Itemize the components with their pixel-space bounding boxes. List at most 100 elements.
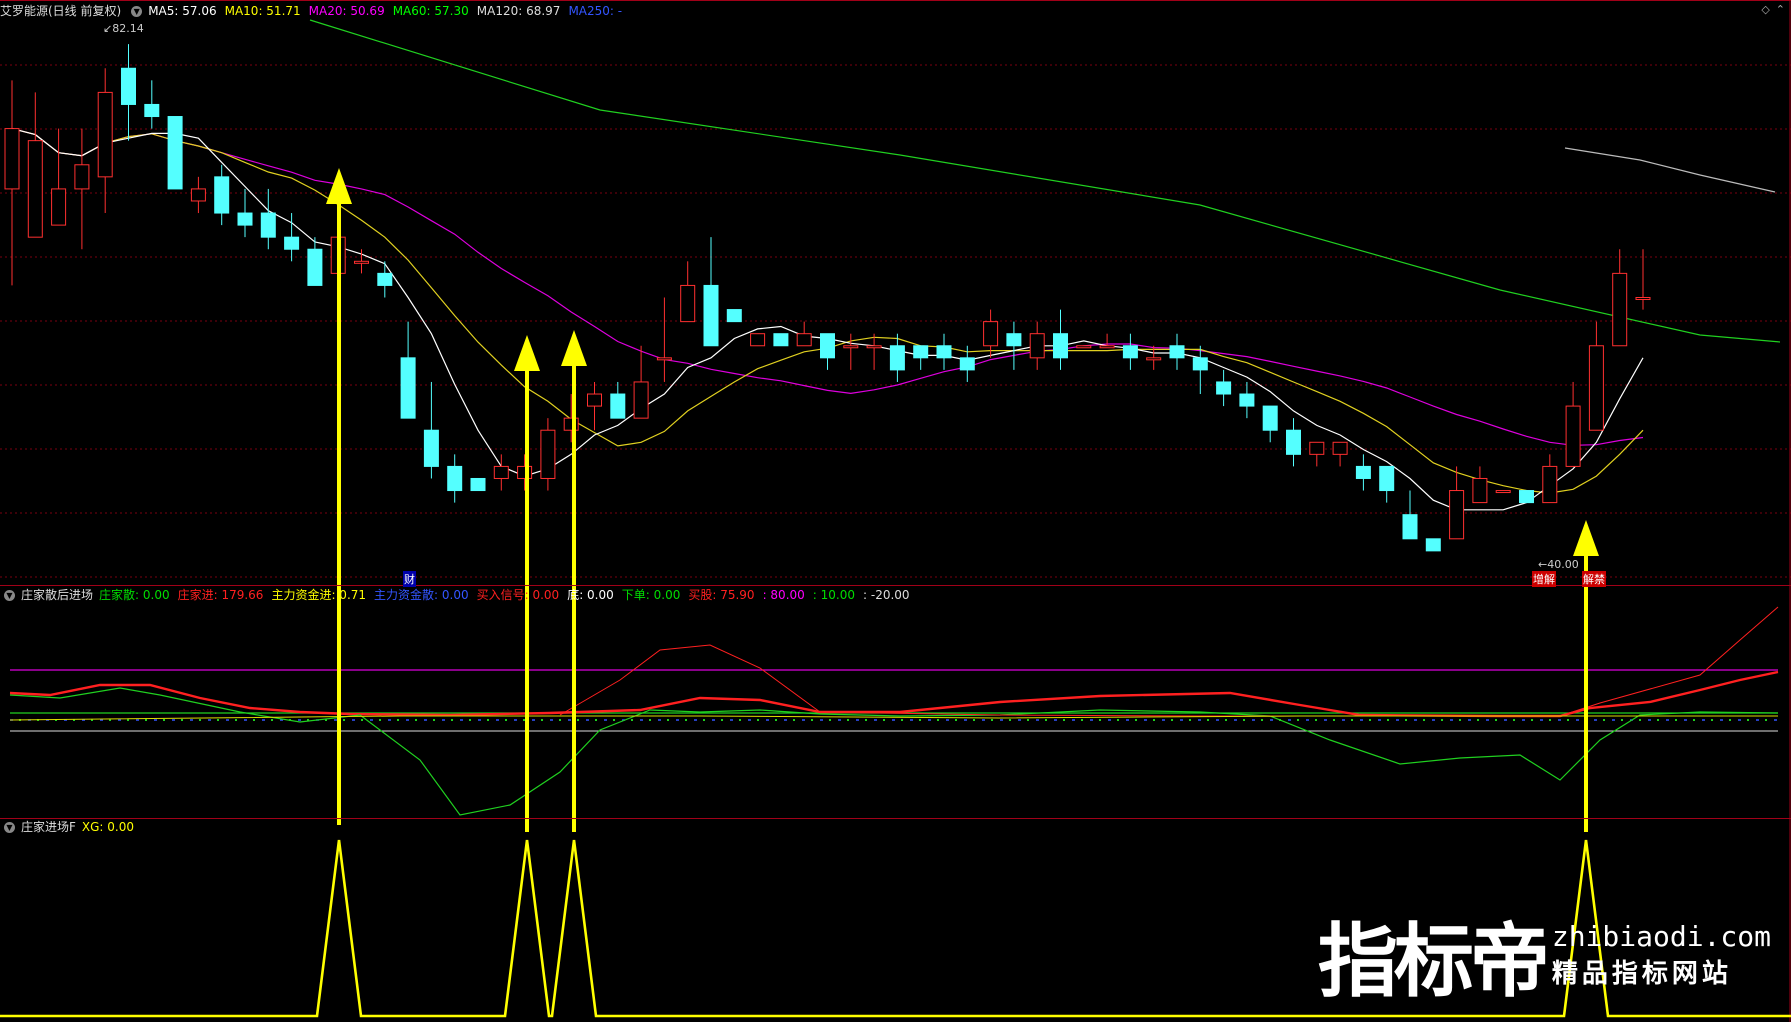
candle-body bbox=[936, 345, 952, 359]
candle-body bbox=[260, 212, 276, 238]
collapse-icon[interactable]: ▼ bbox=[4, 821, 15, 833]
sub1-field-5: 底: 0.00 bbox=[567, 588, 614, 602]
candle-body bbox=[959, 357, 975, 371]
collapse-icon[interactable]: ▼ bbox=[4, 589, 15, 601]
candle-body bbox=[1122, 345, 1138, 359]
sub-panel-1-title[interactable]: 庄家散后进场 bbox=[21, 586, 93, 604]
candle-body bbox=[1635, 297, 1651, 300]
candle-body bbox=[843, 345, 859, 349]
candle-body bbox=[447, 465, 463, 492]
candle-body bbox=[214, 176, 230, 214]
candle-body bbox=[354, 260, 369, 264]
candle-body bbox=[1449, 490, 1465, 540]
candle-body bbox=[237, 212, 253, 226]
sub-panel-2-title[interactable]: 庄家进场F bbox=[21, 818, 76, 836]
stock-chart bbox=[0, 0, 1791, 1022]
candle-body bbox=[27, 140, 43, 238]
sub1-field-1: 庄家进: 179.66 bbox=[177, 588, 264, 602]
candle-body bbox=[587, 393, 602, 407]
ma60-line bbox=[309, 19, 1781, 343]
ma-label-4: MA120: 68.97 bbox=[476, 4, 561, 18]
candle-body bbox=[1402, 514, 1418, 540]
finance-marker[interactable]: 财 bbox=[403, 571, 416, 587]
candle-body bbox=[377, 272, 393, 286]
sub1-field-6: 下单: 0.00 bbox=[621, 588, 681, 602]
candle-body bbox=[540, 429, 556, 479]
indicator-panel-1-lines bbox=[9, 606, 1779, 816]
candle-body bbox=[1332, 441, 1348, 455]
collapse-icon[interactable]: ⌃ bbox=[1776, 3, 1785, 16]
candle-body bbox=[1425, 538, 1441, 552]
candlestick-series[interactable] bbox=[4, 44, 1651, 552]
candle-body bbox=[493, 465, 509, 479]
main-panel-title[interactable]: 艾罗能源(日线 前复权) bbox=[0, 2, 121, 20]
candle-body bbox=[121, 67, 136, 105]
sub1-field-3: 主力资金散: 0.00 bbox=[374, 588, 469, 602]
signal-arrows bbox=[326, 168, 1599, 832]
watermark: 指标帝 zhibiaodi.com 精品指标网站 bbox=[1318, 900, 1771, 1010]
candle-body bbox=[1472, 477, 1488, 504]
ma20-line bbox=[11, 128, 1644, 446]
candle-body bbox=[1565, 405, 1581, 467]
candle-body bbox=[423, 429, 439, 467]
candle-body bbox=[4, 128, 20, 190]
ma-label-5: MA250: - bbox=[568, 4, 623, 18]
candle-body bbox=[167, 116, 183, 190]
collapse-icon[interactable]: ▼ bbox=[131, 5, 143, 17]
ma120-line bbox=[1564, 147, 1776, 193]
candle-body bbox=[1379, 465, 1395, 492]
candle-body bbox=[680, 284, 696, 323]
candle-body bbox=[1006, 333, 1022, 347]
ma60-path bbox=[309, 19, 1781, 343]
sub1-field-7: 买股: 75.90 bbox=[688, 588, 755, 602]
candle-body bbox=[517, 465, 533, 479]
watermark-url: zhibiaodi.com bbox=[1551, 920, 1771, 953]
candle-body bbox=[284, 236, 300, 250]
ma-label-0: MA5: 57.06 bbox=[148, 4, 217, 18]
signal-arrow-head bbox=[514, 335, 540, 371]
unlock-marker-2[interactable]: 解禁 bbox=[1582, 571, 1606, 587]
watermark-brand: 指标帝 bbox=[1317, 915, 1550, 1008]
candle-body bbox=[97, 91, 113, 178]
sub-panel-1-legend: 庄家散: 0.00 庄家进: 179.66 主力资金进: 0.71 主力资金散: 0.… bbox=[99, 586, 910, 604]
sub1-field-10: : -20.00 bbox=[863, 588, 910, 602]
zhuangjia-jin-line bbox=[9, 670, 1779, 718]
candle-body bbox=[773, 333, 789, 347]
ma10-line bbox=[11, 128, 1644, 494]
sub1-field-2: 主力资金进: 0.71 bbox=[271, 588, 367, 602]
window-controls: ◇ ⌃ bbox=[1761, 3, 1785, 16]
watermark-slogan: 精品指标网站 bbox=[1551, 959, 1732, 989]
diamond-icon[interactable]: ◇ bbox=[1761, 3, 1769, 16]
signal-arrow-head bbox=[561, 330, 587, 366]
sub2-field-0: XG: 0.00 bbox=[81, 820, 135, 834]
candle-body bbox=[633, 381, 649, 419]
sub1-field-8: : 80.00 bbox=[762, 588, 805, 602]
ma10-path bbox=[11, 128, 1644, 494]
candle-body bbox=[1239, 393, 1255, 407]
candle-body bbox=[307, 248, 323, 286]
candle-body bbox=[889, 345, 905, 371]
main-panel-header: 艾罗能源(日线 前复权) ▼ MA5: 57.06 MA10: 51.71 MA20… bbox=[0, 2, 622, 20]
candle-body bbox=[74, 164, 90, 190]
sub1-field-0: 庄家散: 0.00 bbox=[99, 588, 170, 602]
candle-body bbox=[1309, 441, 1325, 455]
main-grid bbox=[0, 0, 1791, 1022]
candle-body bbox=[1588, 345, 1604, 431]
candle-body bbox=[1146, 357, 1162, 361]
candle-body bbox=[750, 333, 766, 347]
candle-body bbox=[866, 345, 882, 349]
candle-body bbox=[820, 333, 835, 359]
signal-arrow-head bbox=[1573, 520, 1599, 556]
sub-panel-2-header: ▼ 庄家进场F XG: 0.00 bbox=[0, 818, 134, 836]
high-price-label: ↙82.14 bbox=[103, 22, 144, 35]
candle-body bbox=[1355, 465, 1371, 479]
candle-body bbox=[470, 477, 486, 492]
candle-body bbox=[190, 188, 206, 202]
ma-label-3: MA60: 57.30 bbox=[392, 4, 469, 18]
unlock-marker[interactable]: 增解 bbox=[1532, 571, 1556, 587]
ma-legend: MA5: 57.06 MA10: 51.71 MA20: 50.69 MA60: 57… bbox=[148, 2, 622, 20]
sub-panel-1-header: ▼ 庄家散后进场 庄家散: 0.00 庄家进: 179.66 主力资金进: 0.71… bbox=[0, 586, 910, 604]
panel-separator bbox=[0, 818, 1791, 819]
candle-body bbox=[610, 393, 626, 419]
candle-body bbox=[1029, 333, 1045, 359]
